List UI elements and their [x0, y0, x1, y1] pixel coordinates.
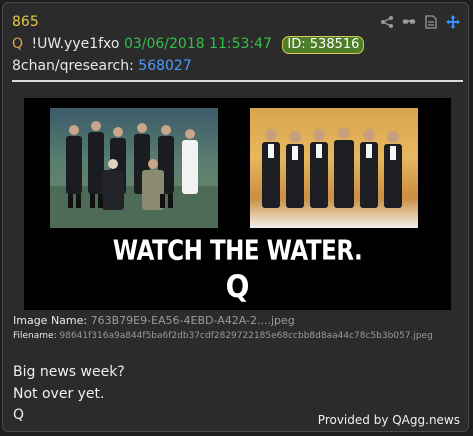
post-datetime: 03/06/2018 11:53:47 — [123, 36, 272, 52]
move-icon[interactable] — [446, 15, 460, 29]
q-mark: Q — [12, 36, 24, 52]
post-number: 865 — [12, 14, 39, 30]
tripcode: !UW.yye1fxo — [31, 36, 120, 52]
thread-link[interactable]: 568027 — [138, 58, 191, 74]
board-line: 8chan/qresearch: 568027 — [12, 58, 192, 74]
image-headline: WATCH THE WATER. — [112, 235, 363, 267]
document-icon[interactable] — [424, 15, 438, 29]
filename-value[interactable]: 98641f316a9a844f5ba6f2db37cdf2829722185e… — [60, 331, 433, 341]
left-photo — [50, 108, 218, 228]
post-image[interactable]: WATCH THE WATER. Q — [24, 98, 451, 310]
message-line: Q — [13, 407, 25, 423]
filename-line: Filename: 98641f316a9a844f5ba6f2db37cdf2… — [13, 331, 433, 341]
image-signature: Q — [225, 268, 250, 305]
filename-label: Filename: — [13, 331, 57, 341]
glasses-icon[interactable] — [402, 15, 416, 29]
image-name-value[interactable]: 763B79E9-EA56-4EBD-A42A-2....jpeg — [91, 314, 295, 327]
message-line: Not over yet. — [13, 386, 105, 402]
provided-by[interactable]: Provided by QAgg.news — [318, 413, 460, 427]
post-card: 865 Q !UW.yye1fxo 03/06/2018 11:53:47 ID… — [2, 2, 469, 432]
board-name: 8chan/qresearch: — [12, 58, 134, 74]
message-line: Big news week? — [13, 364, 125, 380]
right-photo — [250, 108, 418, 228]
id-badge[interactable]: ID: 538516 — [282, 36, 365, 54]
image-name-label: Image Name: — [13, 314, 88, 327]
post-toolbar — [380, 15, 460, 29]
image-name-line: Image Name: 763B79E9-EA56-4EBD-A42A-2...… — [13, 314, 295, 327]
share-icon[interactable] — [380, 15, 394, 29]
divider — [12, 80, 463, 82]
post-meta: Q !UW.yye1fxo 03/06/2018 11:53:47 ID: 53… — [12, 36, 365, 54]
